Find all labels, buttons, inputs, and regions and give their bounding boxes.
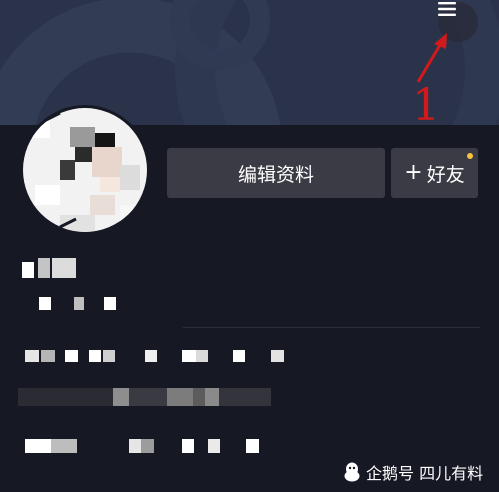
avatar-image [23,108,147,232]
watermark-text: 企鹅号 四儿有料 [366,464,484,483]
edit-profile-button[interactable]: 编辑资料 [167,148,385,198]
plus-icon: + [404,160,423,185]
edit-profile-label: 编辑资料 [237,163,314,186]
divider [183,327,480,328]
watermark: 企鹅号 四儿有料 [343,460,483,484]
add-friend-button[interactable]: + 好友 [391,148,478,198]
menu-button[interactable] [438,2,478,42]
add-friend-label: 好友 [426,163,465,186]
penguin-icon [344,462,360,482]
notification-dot [467,153,473,159]
annotation-number: 1 [412,80,440,131]
avatar[interactable] [20,105,150,235]
hamburger-icon [438,2,456,16]
